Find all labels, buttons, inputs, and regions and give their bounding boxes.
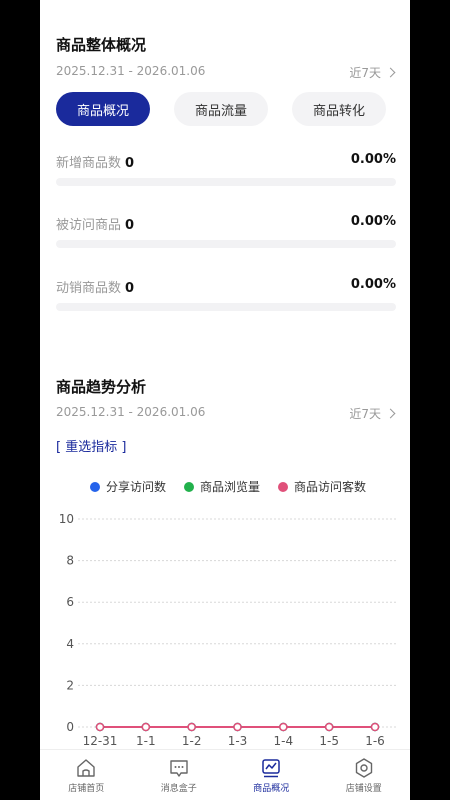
- trend-date-range: 2025.12.31 - 2026.01.06: [56, 405, 206, 419]
- tab-product-conversion[interactable]: 商品转化: [292, 92, 386, 126]
- tab-product-overview[interactable]: 商品概况: [56, 92, 150, 126]
- legend-item-share-visits[interactable]: 分享访问数: [90, 478, 166, 495]
- metric-value: 0: [125, 218, 135, 233]
- x-tick-label: 1-2: [182, 734, 202, 748]
- home-icon: [77, 758, 95, 777]
- overview-range-label: 近7天: [349, 66, 381, 80]
- metric-value: 0: [125, 156, 135, 171]
- message-icon: [170, 759, 188, 777]
- x-tick-label: 1-4: [274, 734, 294, 748]
- data-point: [141, 722, 151, 732]
- x-tick-label: 1-3: [228, 734, 248, 748]
- x-tick-label: 1-5: [319, 734, 339, 748]
- legend-label: 商品访问客数: [294, 480, 367, 494]
- tabbar-label: 商品概况: [253, 783, 290, 794]
- metric-label: 新增商品数: [56, 156, 122, 171]
- metric-value: 0: [125, 281, 135, 296]
- metric-label: 动销商品数: [56, 281, 122, 296]
- overview-date-range: 2025.12.31 - 2026.01.06: [56, 64, 206, 78]
- data-point: [187, 722, 196, 732]
- settings-icon: [355, 757, 372, 778]
- legend-item-page-views[interactable]: 商品浏览量: [184, 478, 260, 495]
- tabbar-label: 店铺首页: [68, 783, 105, 794]
- legend-dot-icon: [90, 481, 100, 492]
- chevron-right-icon: [385, 67, 396, 78]
- tab-label: 商品转化: [312, 103, 365, 119]
- data-point: [233, 722, 242, 732]
- data-point: [279, 722, 288, 732]
- y-tick-label: 6: [66, 595, 74, 609]
- tabbar-item-product-overview[interactable]: 商品概况: [225, 750, 318, 800]
- x-tick-label: 1-6: [365, 734, 385, 748]
- legend-dot-icon: [278, 481, 289, 492]
- trend-range-label: 近7天: [349, 407, 381, 421]
- tabbar-label: 店铺设置: [345, 783, 382, 794]
- metric-percent: 0.00%: [350, 214, 396, 229]
- y-tick-label: 8: [66, 554, 74, 568]
- y-tick-label: 2: [66, 678, 74, 692]
- trend-range-selector[interactable]: 近7天: [349, 405, 396, 422]
- metric-visited-products: 被访问商品 0 0.00%: [56, 214, 396, 248]
- tab-label: 商品概况: [76, 103, 129, 119]
- x-tick-label: 1-1: [136, 734, 156, 748]
- y-tick-label: 0: [66, 720, 74, 734]
- app-screen: 商品整体概况 2025.12.31 - 2026.01.06 近7天 商品概况 …: [40, 0, 410, 800]
- data-point: [370, 722, 380, 732]
- metric-selling-products: 动销商品数 0 0.00%: [56, 277, 396, 311]
- y-tick-label: 10: [59, 512, 74, 526]
- overview-tabs: 商品概况 商品流量 商品转化: [56, 92, 386, 128]
- tab-label: 商品流量: [194, 103, 247, 119]
- metric-progress-bar: [56, 178, 396, 186]
- legend-label: 商品浏览量: [200, 480, 261, 494]
- data-point: [95, 722, 105, 732]
- metric-progress-bar: [56, 240, 396, 248]
- metric-percent: 0.00%: [350, 277, 396, 292]
- tab-product-traffic[interactable]: 商品流量: [174, 92, 268, 126]
- bottom-tab-bar: 店铺首页 消息盒子 商品概况 店铺设置: [40, 749, 410, 800]
- metric-percent: 0.00%: [350, 152, 396, 167]
- legend-label: 分享访问数: [106, 480, 167, 494]
- reselect-metrics-link[interactable]: [ 重选指标 ]: [56, 436, 126, 455]
- trend-icon: [262, 758, 280, 777]
- chart-legend: 分享访问数 商品浏览量 商品访问客数: [90, 478, 366, 495]
- tabbar-item-shop-settings[interactable]: 店铺设置: [318, 750, 411, 800]
- tabbar-item-message-box[interactable]: 消息盒子: [133, 750, 226, 800]
- chevron-right-icon: [385, 408, 396, 419]
- overview-title: 商品整体概况: [56, 36, 147, 54]
- trend-line-chart: 10 8 6 4 2 0 12-31 1-1 1-2 1-3 1-4 1-5 1-6: [59, 512, 398, 748]
- y-tick-label: 4: [66, 637, 74, 651]
- metric-progress-bar: [56, 303, 396, 311]
- trend-title: 商品趋势分析: [56, 378, 147, 396]
- tabbar-item-shop-home[interactable]: 店铺首页: [40, 750, 133, 800]
- x-tick-label: 12-31: [83, 734, 118, 748]
- tabbar-label: 消息盒子: [160, 783, 197, 794]
- metric-label: 被访问商品: [56, 218, 122, 233]
- data-point: [324, 722, 334, 732]
- metric-new-products: 新增商品数 0 0.00%: [56, 152, 396, 186]
- legend-item-visitors[interactable]: 商品访问客数: [278, 478, 366, 495]
- legend-dot-icon: [184, 481, 195, 492]
- overview-range-selector[interactable]: 近7天: [349, 64, 396, 81]
